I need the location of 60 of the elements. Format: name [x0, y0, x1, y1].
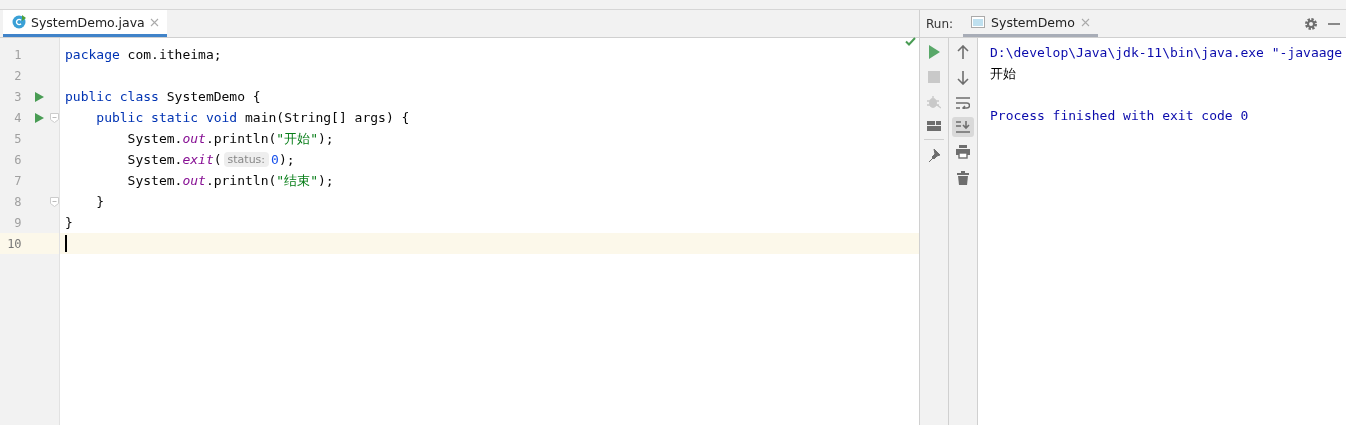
run-tab[interactable]: SystemDemo [963, 10, 1098, 37]
code-text: System. [126, 173, 183, 188]
line-number: 10 [6, 236, 22, 251]
code-keyword: public class [65, 89, 159, 104]
layout-icon[interactable] [927, 121, 941, 131]
print-icon[interactable] [956, 145, 970, 159]
code-text: ( [213, 152, 222, 167]
run-icon[interactable] [928, 45, 940, 59]
line-number: 7 [13, 173, 22, 188]
up-arrow-icon[interactable] [957, 45, 969, 59]
run-icon[interactable] [34, 112, 44, 123]
down-arrow-icon[interactable] [957, 71, 969, 85]
line-number: 2 [13, 68, 22, 83]
line-number: 5 [13, 131, 22, 146]
parameter-hint: status: [223, 152, 270, 167]
fold-icon[interactable] [49, 196, 59, 207]
line-number: 9 [13, 215, 22, 230]
line-number: 3 [13, 89, 22, 104]
code-text: ); [318, 131, 334, 146]
console-command: D:\develop\Java\jdk-11\bin\java.exe "-javaage [990, 45, 1343, 60]
code-field: out [182, 173, 206, 188]
pin-icon[interactable] [927, 148, 941, 162]
settings-icon[interactable] [1304, 16, 1318, 31]
code-text: System. [126, 131, 183, 146]
run-icon[interactable] [34, 91, 44, 102]
code-keyword: package [65, 47, 120, 62]
code-text: main(String[] args) { [244, 110, 410, 125]
line-number: 8 [13, 194, 22, 209]
code-text: SystemDemo { [165, 89, 261, 104]
close-icon[interactable] [1080, 17, 1090, 27]
code-text: .println( [205, 131, 277, 146]
scroll-to-end-button[interactable] [952, 117, 974, 137]
text-caret [65, 235, 67, 252]
code-text: } [95, 194, 105, 209]
console-message: Process finished with exit code 0 [990, 108, 1249, 123]
code-field: exit [182, 152, 214, 167]
code-text: ); [318, 173, 334, 188]
run-label: Run: [926, 16, 954, 31]
trash-icon[interactable] [957, 171, 969, 185]
fold-icon[interactable] [49, 112, 59, 123]
code-text: } [65, 215, 73, 230]
code-text: System. [126, 152, 183, 167]
console-icon [971, 16, 986, 28]
code-field: out [182, 131, 206, 146]
code-string: "结束" [276, 171, 318, 190]
code-number: 0 [271, 152, 279, 167]
line-number: 4 [13, 110, 22, 125]
code-text: ); [278, 152, 295, 167]
code-keyword: public static void [95, 110, 238, 125]
line-number: 6 [13, 152, 22, 167]
soft-wrap-icon[interactable] [956, 97, 970, 109]
code-text: com.itheima; [126, 47, 222, 62]
console-output: 开始 [990, 66, 1016, 81]
code-text: .println( [205, 173, 277, 188]
close-icon[interactable] [149, 17, 159, 27]
line-number: 1 [13, 47, 22, 62]
java-class-icon [12, 15, 26, 29]
editor-tab[interactable]: SystemDemo.java [3, 10, 167, 37]
scroll-to-end-icon [956, 121, 970, 133]
code-string: "开始" [276, 129, 318, 148]
